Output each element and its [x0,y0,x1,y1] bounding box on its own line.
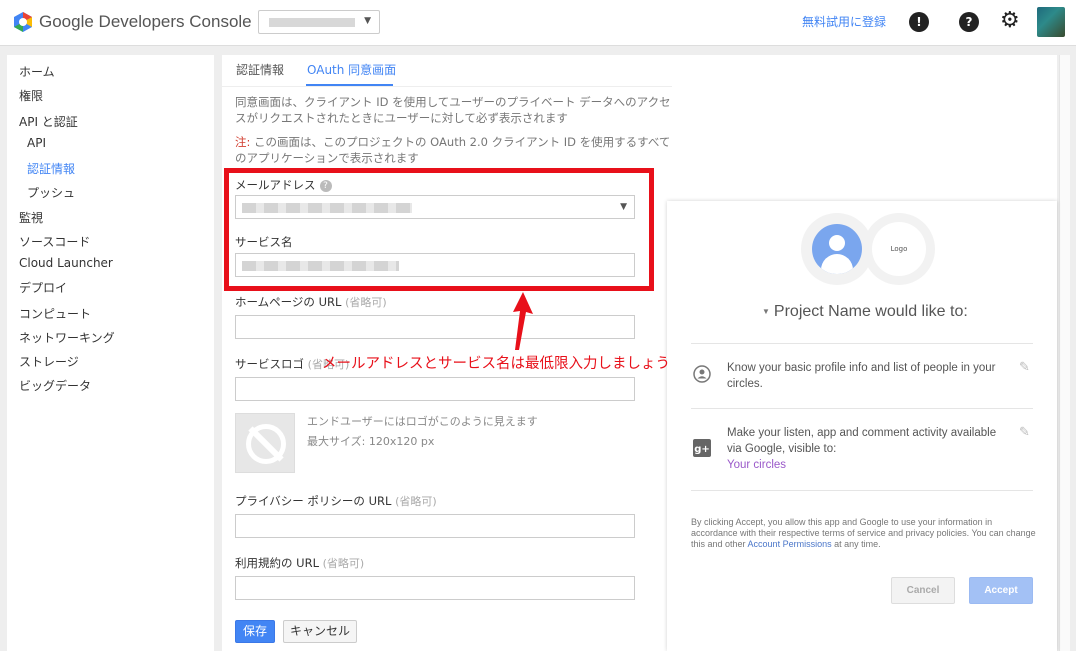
profile-icon [693,365,711,383]
sidebar-item-big-data[interactable]: ビッグデータ [19,377,91,394]
free-trial-link[interactable]: 無料試用に登録 [802,13,886,30]
privacy-url-field[interactable] [235,514,635,538]
help-icon[interactable]: ? [959,12,979,32]
top-header: Google Developers Console ▼ 無料試用に登録 ! ? … [0,0,1076,46]
gear-icon[interactable]: ⚙ [1000,9,1020,33]
sidebar-item-api[interactable]: API [27,136,46,150]
optional-hint: (省略可) [345,296,387,309]
privacy-url-label-text: プライバシー ポリシーの URL [235,494,392,508]
tab-credentials[interactable]: 認証情報 [236,61,284,78]
privacy-url-label: プライバシー ポリシーの URL (省略可) [235,493,437,509]
sidebar-item-storage[interactable]: ストレージ [19,353,79,370]
optional-hint: (省略可) [322,557,365,570]
sidebar-item-push[interactable]: プッシュ [27,184,75,201]
divider [691,408,1033,409]
scrollbar[interactable] [1059,55,1070,651]
sidebar-item-apis-auth[interactable]: API と認証 [19,113,78,130]
sidebar-item-networking[interactable]: ネットワーキング [19,329,115,346]
preview-accept-button[interactable]: Accept [969,577,1033,604]
sidebar-item-source-code[interactable]: ソースコード [19,233,90,250]
svg-text:g+: g+ [694,444,710,455]
fine-print-end: at any time. [831,539,881,549]
save-button[interactable]: 保存 [235,620,275,643]
sidebar-item-monitoring[interactable]: 監視 [19,209,43,226]
sidebar-item-cloud-launcher[interactable]: Cloud Launcher [19,256,113,270]
highlight-required-fields-box [224,168,654,291]
caret-down-icon[interactable]: ▼ [762,307,770,316]
avatar[interactable] [1037,7,1065,37]
sidebar-item-permissions[interactable]: 権限 [19,87,43,104]
homepage-url-label: ホームページの URL (省略可) [235,294,387,310]
terms-url-field[interactable] [235,576,635,600]
service-logo-label-text: サービスロゴ [235,357,304,371]
account-permissions-link[interactable]: Account Permissions [748,539,832,549]
cancel-button[interactable]: キャンセル [283,620,357,643]
google-plus-icon: g+ [693,439,711,457]
pencil-edit-icon[interactable]: ✎ [1019,425,1030,440]
consent-note: 注: この画面は、このプロジェクトの OAuth 2.0 クライアント ID を… [235,134,680,166]
project-name-redacted [269,18,355,27]
terms-url-label: 利用規約の URL (省略可) [235,555,364,571]
divider [691,490,1033,491]
logo-placeholder [235,413,295,473]
logo-max-size: 最大サイズ: 120x120 px [307,435,435,448]
terms-url-label-text: 利用規約の URL [235,556,319,570]
sidebar-item-credentials[interactable]: 認証情報 [27,160,75,177]
homepage-url-label-text: ホームページの URL [235,295,342,309]
permission-basic-profile: Know your basic profile info and list of… [727,362,996,390]
notification-alert-icon[interactable]: ! [909,12,929,32]
sidebar-nav: ホーム 権限 API と認証 API 認証情報 プッシュ 監視 ソースコード C… [7,55,214,651]
pencil-edit-icon[interactable]: ✎ [1019,360,1030,375]
preview-title: ▼ Project Name would like to: [762,303,968,321]
annotation-arrow-icon [513,292,533,350]
permission-activity-text: Make your listen, app and comment activi… [727,427,997,455]
logo-preview-hint: エンドユーザーにはロゴがこのように見えます [307,415,538,428]
developers-console-logo-icon[interactable] [12,11,34,33]
optional-hint: (省略可) [395,495,437,508]
consent-description: 同意画面は、クライアント ID を使用してユーザーのプライベート データへのアク… [235,95,671,125]
note-text: この画面は、このプロジェクトの OAuth 2.0 クライアント ID を使用す… [235,135,671,165]
app-logo-placeholder: Logo [863,213,935,285]
note-label: 注: [235,135,251,149]
tab-divider [222,86,672,87]
sidebar-item-home[interactable]: ホーム [19,63,55,80]
sidebar-item-deploy[interactable]: デプロイ [19,279,67,296]
sidebar-item-compute[interactable]: コンピュート [19,305,91,322]
preview-title-text: Project Name would like to: [773,303,968,320]
chevron-down-icon: ▼ [364,16,371,26]
homepage-url-field[interactable] [235,315,635,339]
logo-text: Logo [872,222,926,276]
preview-fine-print: By clicking Accept, you allow this app a… [691,517,1036,550]
project-selector[interactable]: ▼ [258,10,380,34]
preview-cancel-button[interactable]: Cancel [891,577,955,604]
divider [691,343,1033,344]
permission-activity: Make your listen, app and comment activi… [727,425,1012,473]
app-title[interactable]: Google Developers Console [39,12,252,32]
service-logo-field[interactable] [235,377,635,401]
tab-oauth-consent[interactable]: OAuth 同意画面 [307,61,396,78]
annotation-text: メールアドレスとサービス名は最低限入力しましょう [322,356,670,372]
your-circles-link[interactable]: Your circles [727,459,786,471]
